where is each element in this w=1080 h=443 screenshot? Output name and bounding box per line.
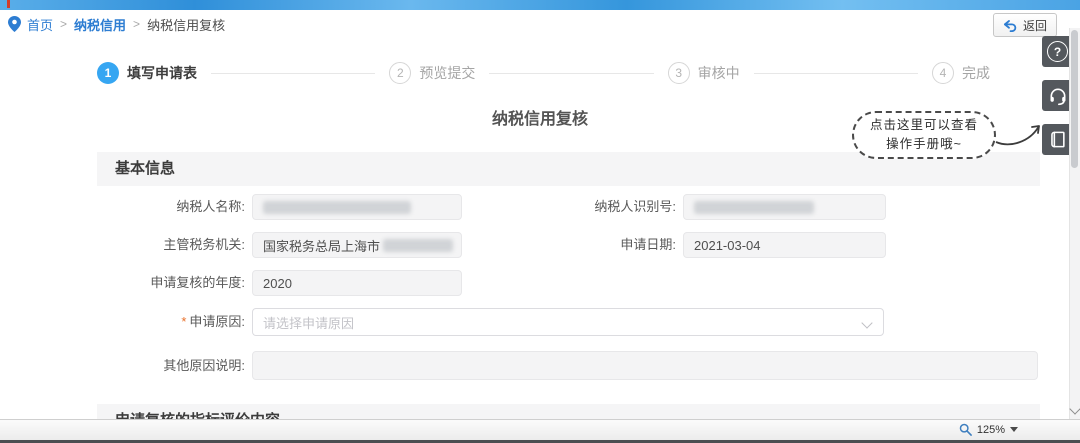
magnifier-icon: [959, 423, 972, 436]
taxpayer-id-field: [683, 194, 886, 220]
review-year-label: 申请复核的年度:: [95, 270, 245, 296]
breadcrumb-separator: >: [133, 17, 140, 31]
back-button-label: 返回: [1023, 17, 1047, 34]
redacted-value: [383, 239, 453, 252]
application-date-field: 2021-03-04: [683, 232, 886, 258]
taxpayer-name-field: [252, 194, 462, 220]
browser-zoom-control[interactable]: 125%: [959, 423, 1018, 436]
other-reason-field: [252, 351, 1038, 380]
step-indicator: 1 填写申请表 2 预览提交 3 审核中 4 完成: [97, 61, 990, 85]
application-date-value: 2021-03-04: [694, 238, 761, 253]
section-title: 基本信息: [115, 160, 175, 177]
step-under-review: 3 审核中: [668, 62, 740, 84]
tax-authority-label: 主管税务机关:: [95, 232, 245, 258]
vertical-scrollbar[interactable]: [1069, 28, 1080, 419]
tooltip-arrow-icon: [994, 116, 1046, 150]
tooltip-line-2: 操作手册哦~: [886, 135, 962, 154]
step-preview-submit: 2 预览提交: [389, 62, 475, 84]
tooltip-line-1: 点击这里可以查看: [870, 116, 978, 135]
back-arrow-icon: [1003, 19, 1018, 32]
step-number: 1: [97, 62, 119, 84]
taxpayer-name-label: 纳税人名称:: [95, 194, 245, 220]
back-button[interactable]: 返回: [993, 13, 1057, 37]
other-reason-label: 其他原因说明:: [95, 351, 245, 380]
book-icon: [1048, 130, 1067, 149]
step-label: 预览提交: [419, 63, 475, 83]
step-number: 3: [668, 62, 690, 84]
tax-credit-review-page: 首页 > 纳税信用 > 纳税信用复核 返回 ?: [0, 0, 1080, 443]
select-placeholder: 请选择申请原因: [263, 313, 354, 332]
section-title: 申请复核的指标评价内容: [115, 412, 280, 419]
scrollbar-thumb[interactable]: [1071, 30, 1078, 168]
breadcrumb: 首页 > 纳税信用 > 纳税信用复核: [8, 13, 225, 35]
application-date-label: 申请日期:: [540, 232, 676, 258]
step-complete: 4 完成: [932, 62, 990, 84]
taxpayer-id-label: 纳税人识别号:: [540, 194, 676, 220]
required-asterisk: *: [181, 314, 186, 329]
headset-icon: [1048, 86, 1068, 106]
step-connector: [489, 73, 653, 74]
step-label: 审核中: [698, 63, 740, 83]
breadcrumb-separator: >: [60, 17, 67, 31]
breadcrumb-tax-credit[interactable]: 纳税信用: [74, 15, 126, 34]
zoom-level-text: 125%: [977, 424, 1005, 436]
scrollbar-down-arrow-icon[interactable]: [1069, 403, 1080, 414]
breadcrumb-home[interactable]: 首页: [27, 15, 53, 34]
step-number: 4: [932, 62, 954, 84]
review-year-value: 2020: [263, 276, 292, 291]
top-banner: [0, 0, 1080, 10]
tax-authority-field: 国家税务总局上海市: [252, 232, 462, 258]
tax-authority-value: 国家税务总局上海市: [263, 236, 380, 255]
redacted-value: [694, 201, 814, 214]
application-reason-select[interactable]: 请选择申请原因: [252, 308, 884, 336]
step-fill-form: 1 填写申请表: [97, 62, 197, 84]
zoom-dropdown-caret-icon: [1010, 427, 1018, 432]
step-connector: [754, 73, 918, 74]
manual-tooltip-bubble: 点击这里可以查看 操作手册哦~: [852, 111, 996, 159]
step-connector: [211, 73, 375, 74]
question-circle-icon: ?: [1047, 41, 1068, 62]
section-indicator-content: 申请复核的指标评价内容: [97, 404, 1040, 419]
browser-status-bar: 125%: [0, 419, 1080, 440]
breadcrumb-current: 纳税信用复核: [147, 15, 225, 34]
banner-logo-fragment: [7, 0, 10, 8]
step-label: 完成: [962, 63, 990, 83]
review-year-field: 2020: [252, 270, 462, 296]
location-pin-icon: [8, 16, 21, 32]
application-reason-label: *申请原因:: [95, 308, 245, 336]
redacted-value: [263, 201, 411, 214]
step-label: 填写申请表: [127, 63, 197, 83]
step-number: 2: [389, 62, 411, 84]
chevron-down-icon: [861, 317, 872, 328]
